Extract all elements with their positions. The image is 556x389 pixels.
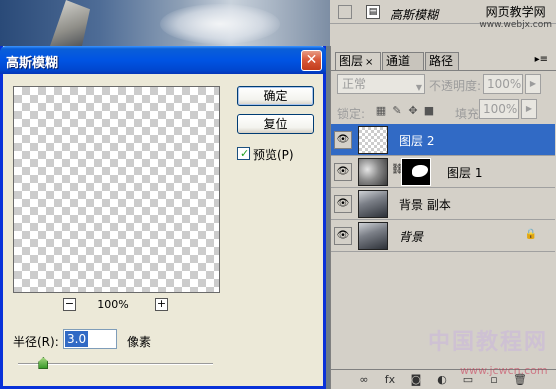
close-icon: ✕ bbox=[305, 52, 318, 68]
opacity-slider-button[interactable]: ▶ bbox=[525, 74, 541, 94]
history-snapshot-box[interactable] bbox=[338, 5, 352, 19]
lock-transparency-icon[interactable]: ▦ bbox=[375, 105, 387, 117]
fx-icon[interactable]: fx bbox=[383, 373, 397, 387]
radius-unit: 像素 bbox=[127, 335, 152, 349]
fill-slider-button[interactable]: ▶ bbox=[521, 99, 537, 119]
new-layer-icon[interactable]: ▫ bbox=[487, 373, 501, 387]
zoom-out-button[interactable]: − bbox=[63, 298, 76, 311]
background-photo bbox=[0, 0, 330, 46]
close-button[interactable]: ✕ bbox=[301, 50, 322, 71]
radius-value: 3.0 bbox=[65, 331, 89, 347]
preview-checkbox-label: 预览(P) bbox=[253, 148, 294, 162]
tab-close-icon[interactable]: × bbox=[365, 57, 373, 68]
zoom-in-button[interactable]: + bbox=[155, 298, 168, 311]
layer-row[interactable]: 👁 ⛓ 图层 1 bbox=[331, 156, 555, 188]
layer-row[interactable]: 👁 背景 🔒 bbox=[331, 220, 555, 252]
watermark-line2: www.webjx.com bbox=[479, 20, 552, 30]
chevron-right-icon: ▶ bbox=[525, 104, 533, 113]
chevron-right-icon: ▶ bbox=[529, 79, 537, 88]
mask-shape bbox=[412, 165, 428, 177]
tab-paths-label: 路径 bbox=[429, 54, 454, 68]
tab-paths[interactable]: 路径 bbox=[425, 52, 459, 70]
layer-name: 背景 bbox=[399, 230, 424, 244]
lock-icon: 🔒 bbox=[524, 229, 537, 240]
history-item-label: 高斯模糊 bbox=[390, 8, 439, 22]
tab-layers[interactable]: 图层 × bbox=[335, 52, 381, 70]
gaussian-blur-dialog: 高斯模糊 ✕ − 100% + 确定 复位 ✓ 预览(P) 半径(R): 3.0… bbox=[0, 46, 326, 389]
eye-icon[interactable]: 👁 bbox=[334, 163, 352, 181]
opacity-label: 不透明度: bbox=[429, 79, 482, 93]
radius-label: 半径(R): bbox=[13, 335, 59, 349]
tab-divider bbox=[331, 70, 556, 71]
document-icon: ▤ bbox=[366, 5, 380, 19]
layers-panel: 图层 × 通道 路径 ▸≡ 正常 ▼ 不透明度: 100% ▶ 锁定: ▦ ✎ ✥… bbox=[330, 46, 556, 389]
lock-paint-icon[interactable]: ✎ bbox=[391, 105, 403, 117]
eye-icon[interactable]: 👁 bbox=[334, 227, 352, 245]
minus-icon: − bbox=[64, 297, 75, 310]
zoom-controls: − 100% + bbox=[63, 298, 173, 314]
plus-icon: + bbox=[156, 297, 167, 310]
radius-input[interactable]: 3.0 bbox=[63, 329, 117, 349]
layer-name: 图层 1 bbox=[447, 166, 483, 180]
layer-thumbnail bbox=[358, 222, 388, 250]
layer-name: 背景 副本 bbox=[399, 198, 451, 212]
checkmark-icon: ✓ bbox=[240, 147, 250, 160]
preview-area[interactable] bbox=[13, 86, 220, 293]
eye-icon[interactable]: 👁 bbox=[334, 195, 352, 213]
layer-mask-thumbnail[interactable] bbox=[401, 158, 431, 186]
group-icon[interactable]: ▭ bbox=[461, 373, 475, 387]
tab-channels[interactable]: 通道 bbox=[382, 52, 424, 70]
radius-slider-thumb[interactable] bbox=[38, 357, 49, 369]
preview-checkbox[interactable]: ✓ 预览(P) bbox=[237, 146, 317, 162]
layer-row[interactable]: 👁 背景 副本 bbox=[331, 188, 555, 220]
link-icon[interactable]: ∞ bbox=[357, 373, 371, 387]
site-watermark: 网页教学网 www.webjx.com bbox=[479, 6, 552, 32]
tab-channels-label: 通道 bbox=[386, 54, 411, 68]
photo-mist bbox=[160, 4, 280, 44]
history-panel: ▤ 高斯模糊 网页教学网 www.webjx.com bbox=[330, 0, 556, 46]
eye-icon[interactable]: 👁 bbox=[334, 131, 352, 149]
fill-input[interactable]: 100% bbox=[479, 99, 519, 119]
blend-mode-select[interactable]: 正常 ▼ bbox=[337, 74, 425, 94]
layers-bottom-bar: ∞ fx ◙ ◐ ▭ ▫ 🗑 bbox=[331, 369, 556, 389]
checkbox-box[interactable]: ✓ bbox=[237, 147, 250, 160]
dialog-titlebar[interactable]: 高斯模糊 ✕ bbox=[0, 46, 326, 74]
layer-thumbnail bbox=[358, 126, 388, 154]
ok-button[interactable]: 确定 bbox=[237, 86, 314, 106]
mask-icon[interactable]: ◙ bbox=[409, 373, 423, 387]
zoom-level: 100% bbox=[97, 298, 129, 311]
lock-all-icon[interactable]: ■ bbox=[423, 105, 435, 117]
photo-rock bbox=[50, 0, 90, 46]
layer-thumbnail bbox=[358, 158, 388, 186]
layer-name: 图层 2 bbox=[399, 134, 435, 148]
tab-layers-label: 图层 bbox=[339, 54, 364, 68]
opacity-input[interactable]: 100% bbox=[483, 74, 523, 94]
panel-menu-icon[interactable]: ▸≡ bbox=[535, 54, 548, 65]
layer-row[interactable]: 👁 图层 2 bbox=[331, 124, 555, 156]
lock-move-icon[interactable]: ✥ bbox=[407, 105, 419, 117]
layer-thumbnail bbox=[358, 190, 388, 218]
lock-label: 锁定: bbox=[337, 107, 366, 121]
chevron-down-icon: ▼ bbox=[415, 83, 422, 92]
reset-button[interactable]: 复位 bbox=[237, 114, 314, 134]
dialog-title: 高斯模糊 bbox=[6, 56, 59, 71]
adjustment-icon[interactable]: ◐ bbox=[435, 373, 449, 387]
watermark-line1: 网页教学网 bbox=[485, 5, 546, 19]
layers-list: 👁 图层 2 👁 ⛓ 图层 1 👁 背景 副本 👁 背景 🔒 bbox=[331, 124, 556, 369]
trash-icon[interactable]: 🗑 bbox=[513, 373, 527, 387]
blend-mode-value: 正常 bbox=[342, 77, 367, 91]
